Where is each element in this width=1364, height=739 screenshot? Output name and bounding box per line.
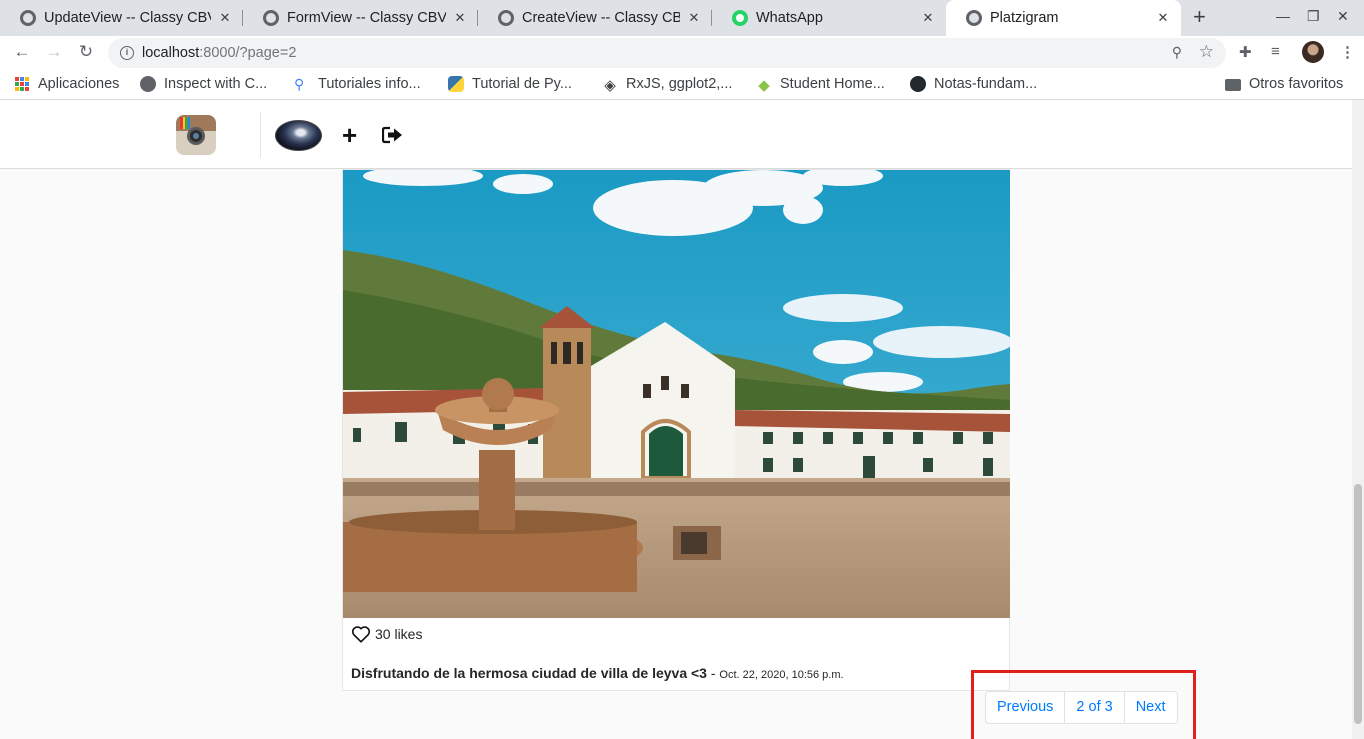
likes-row: 30 likes <box>351 625 422 643</box>
close-icon[interactable]: ✕ <box>452 10 468 26</box>
heart-icon[interactable] <box>351 625 371 643</box>
bookmark-apps[interactable]: Aplicaciones <box>14 76 119 92</box>
bookmark-star-icon[interactable]: ☆ <box>1199 42 1214 62</box>
back-icon[interactable]: ← <box>11 42 33 62</box>
zoom-icon[interactable]: ⚲ <box>1172 44 1182 61</box>
whatsapp-icon <box>732 10 748 26</box>
forward-icon[interactable]: → <box>43 42 65 62</box>
minimize-icon[interactable]: ― <box>1276 8 1290 24</box>
bookmark-student[interactable]: ◆ Student Home... <box>756 76 885 94</box>
new-tab-button[interactable]: + <box>1193 6 1206 28</box>
tab-strip: UpdateView -- Classy CBV ✕ FormView -- C… <box>0 0 1364 36</box>
tab-title: FormView -- Classy CBV <box>287 10 446 26</box>
bookmarks-bar: Aplicaciones Inspect with C... ⚲ Tutoria… <box>0 70 1364 100</box>
bookmark-python[interactable]: Tutorial de Py... <box>448 76 572 92</box>
tab-formview[interactable]: FormView -- Classy CBV ✕ <box>243 0 478 36</box>
caption-separator: - <box>706 665 720 681</box>
bookmark-label: RxJS, ggplot2,... <box>626 76 733 92</box>
browser-toolbar: ← → ↻ i localhost:8000/?page=2 ⚲ ☆ ✚ ≡ ⋮ <box>0 36 1364 70</box>
page-scrollbar[interactable] <box>1352 100 1364 739</box>
close-window-icon[interactable]: ✕ <box>1337 8 1349 25</box>
top-navbar: + <box>0 100 1352 169</box>
bookmark-label: Inspect with C... <box>164 76 268 92</box>
tab-title: WhatsApp <box>756 10 823 26</box>
tab-updateview[interactable]: UpdateView -- Classy CBV ✕ <box>0 0 243 36</box>
github-icon <box>910 76 926 92</box>
bookmark-label: Tutorial de Py... <box>472 76 572 92</box>
apps-icon <box>14 76 30 92</box>
close-icon[interactable]: ✕ <box>920 10 936 26</box>
globe-icon <box>498 10 514 26</box>
bookmark-inspect[interactable]: Inspect with C... <box>140 76 267 92</box>
bookmark-label: Aplicaciones <box>38 76 120 92</box>
menu-icon[interactable]: ⋮ <box>1340 43 1355 61</box>
bookmark-rxjs[interactable]: ◈ RxJS, ggplot2,... <box>602 76 733 94</box>
bookmark-label: Tutoriales info... <box>318 76 421 92</box>
globe-icon <box>263 10 279 26</box>
restore-icon[interactable]: ❐ <box>1307 8 1320 25</box>
tab-title: CreateView -- Classy CBV <box>522 10 680 26</box>
post-caption: Disfrutando de la hermosa ciudad de vill… <box>351 665 844 681</box>
bookmark-label: Student Home... <box>780 76 885 92</box>
post-card: 30 likes Disfrutando de la hermosa ciuda… <box>342 169 1010 691</box>
folder-icon <box>1225 79 1241 91</box>
site-info-icon[interactable]: i <box>120 46 134 60</box>
bookmark-other[interactable]: Otros favoritos <box>1225 76 1343 92</box>
bulb-icon: ⚲ <box>294 76 305 92</box>
profile-avatar[interactable] <box>1302 41 1324 63</box>
user-avatar[interactable] <box>275 120 322 151</box>
tab-whatsapp[interactable]: WhatsApp ✕ <box>712 0 946 36</box>
instagram-logo-icon[interactable] <box>176 115 216 155</box>
tab-title: UpdateView -- Classy CBV <box>44 10 211 26</box>
extensions-icon[interactable]: ✚ <box>1239 43 1252 61</box>
page-content: + 30 likes Disfrutando de la hermosa ciu… <box>0 100 1352 739</box>
leaf-icon: ◆ <box>758 77 770 94</box>
reload-icon[interactable]: ↻ <box>75 42 97 62</box>
tab-createview[interactable]: CreateView -- Classy CBV ✕ <box>478 0 712 36</box>
bookmark-label: Notas-fundam... <box>934 76 1038 92</box>
bookmark-tutoriales[interactable]: ⚲ Tutoriales info... <box>294 76 421 92</box>
bookmark-notas[interactable]: Notas-fundam... <box>910 76 1037 92</box>
address-path: :8000/?page=2 <box>199 45 297 61</box>
media-control-icon[interactable]: ≡ <box>1271 43 1280 60</box>
close-icon[interactable]: ✕ <box>217 10 233 26</box>
python-icon <box>448 76 464 92</box>
globe-icon <box>20 10 36 26</box>
close-icon[interactable]: ✕ <box>686 10 702 26</box>
likes-count: 30 likes <box>375 626 423 642</box>
bookmark-label: Otros favoritos <box>1249 76 1344 92</box>
nav-divider <box>260 112 261 158</box>
diamond-icon: ◈ <box>604 77 616 94</box>
address-bar[interactable]: i localhost:8000/?page=2 ⚲ ☆ <box>108 38 1226 68</box>
globe-icon <box>966 10 982 26</box>
globe-icon <box>140 76 156 92</box>
plus-icon[interactable]: + <box>342 122 357 148</box>
tab-platzigram[interactable]: Platzigram ✕ <box>946 0 1181 36</box>
logout-icon[interactable] <box>382 126 404 144</box>
post-date: Oct. 22, 2020, 10:56 p.m. <box>719 669 844 681</box>
caption-text: Disfrutando de la hermosa ciudad de vill… <box>351 665 707 681</box>
tab-title: Platzigram <box>990 10 1059 26</box>
address-host: localhost <box>142 45 200 61</box>
close-icon[interactable]: ✕ <box>1155 10 1171 26</box>
post-photo[interactable] <box>343 170 1010 618</box>
highlight-box <box>971 670 1196 739</box>
scrollbar-thumb[interactable] <box>1354 484 1362 724</box>
